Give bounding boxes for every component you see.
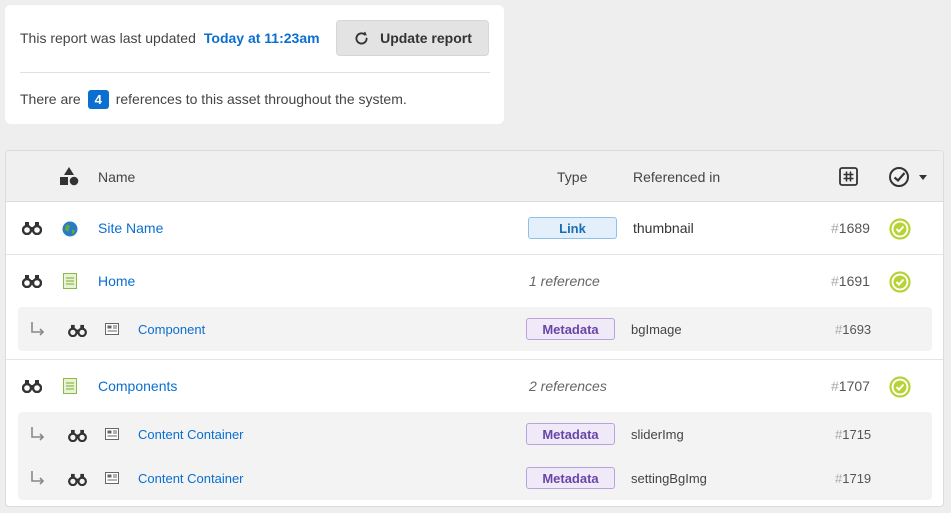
references-table: Name Type Referenced in Site Name Link t… [5, 150, 944, 507]
id-hash: # [831, 273, 839, 289]
reference-count-text: 1 reference [529, 273, 600, 289]
binoculars-icon[interactable] [21, 218, 43, 238]
references-prefix: There are [20, 91, 81, 107]
page-icon [61, 272, 79, 290]
type-badge-metadata: Metadata [526, 467, 615, 489]
update-report-label: Update report [380, 30, 472, 46]
binoculars-icon[interactable] [21, 271, 43, 291]
child-row: Content Container Metadata sliderImg #17… [18, 412, 932, 456]
child-references-panel: Content Container Metadata sliderImg #17… [18, 412, 932, 500]
name-column-header[interactable]: Name [98, 151, 135, 202]
child-arrow-icon [28, 320, 46, 338]
binoculars-icon[interactable] [66, 426, 88, 444]
asset-id: 1691 [838, 273, 870, 289]
referenced-in-value: thumbnail [633, 220, 694, 236]
references-count-badge: 4 [87, 89, 109, 109]
asset-id: 1693 [842, 321, 872, 337]
last-updated-label: This report was last updated [20, 30, 196, 46]
table-row: Home 1 reference #1691 Component Metadat… [6, 255, 943, 359]
type-badge-metadata: Metadata [526, 318, 615, 340]
caret-down-icon [919, 174, 927, 180]
child-row: Content Container Metadata settingBgImg … [18, 456, 932, 500]
reference-count-text: 2 references [529, 378, 607, 394]
check-circle-icon [888, 270, 912, 294]
table-row: Site Name Link thumbnail #1689 [6, 202, 943, 254]
component-icon [104, 470, 120, 486]
referenced-in-value: settingBgImg [631, 470, 707, 486]
referenced-in-value: sliderImg [631, 426, 684, 442]
asset-name-link[interactable]: Site Name [98, 220, 163, 236]
last-updated-value[interactable]: Today at 11:23am [204, 30, 320, 46]
binoculars-icon[interactable] [66, 470, 88, 488]
shapes-icon [60, 166, 79, 185]
component-icon [104, 321, 120, 337]
table-row: Components 2 references #1707 Content Co… [6, 360, 943, 506]
references-suffix: references to this asset throughout the … [115, 91, 407, 107]
asset-id: 1689 [838, 220, 870, 236]
divider [20, 72, 490, 73]
child-references-panel: Component Metadata bgImage #1693 [18, 307, 932, 351]
asset-id: 1719 [842, 470, 872, 486]
type-badge-link: Link [528, 217, 617, 239]
asset-id: 1707 [838, 378, 870, 394]
report-summary: This report was last updated Today at 11… [5, 5, 504, 124]
child-asset-name-link[interactable]: Component [138, 322, 205, 337]
child-asset-name-link[interactable]: Content Container [138, 427, 244, 442]
hash-icon [839, 167, 858, 186]
check-circle-icon [888, 217, 912, 241]
page-icon [61, 377, 79, 395]
asset-name-link[interactable]: Home [98, 273, 135, 289]
asset-name-link[interactable]: Components [98, 378, 177, 394]
asset-type-column-icon[interactable] [58, 151, 80, 202]
referenced-in-column-header[interactable]: Referenced in [633, 151, 720, 202]
references-line: There are 4 references to this asset thr… [20, 89, 407, 109]
type-badge-metadata: Metadata [526, 423, 615, 445]
check-circle-icon [888, 375, 912, 399]
binoculars-icon[interactable] [66, 321, 88, 339]
child-asset-name-link[interactable]: Content Container [138, 471, 244, 486]
child-arrow-icon [28, 425, 46, 443]
id-hash: # [831, 220, 839, 236]
globe-icon [61, 220, 79, 238]
child-arrow-icon [28, 469, 46, 487]
id-hash: # [831, 378, 839, 394]
table-header: Name Type Referenced in [6, 151, 943, 202]
binoculars-icon[interactable] [21, 376, 43, 396]
status-column-header[interactable] [888, 151, 930, 202]
refresh-icon [355, 31, 368, 44]
id-column-header[interactable] [839, 151, 858, 202]
referenced-in-value: bgImage [631, 321, 682, 337]
type-column-header[interactable]: Type [557, 151, 587, 202]
asset-id: 1715 [842, 426, 872, 442]
component-icon [104, 426, 120, 442]
update-report-button[interactable]: Update report [336, 20, 489, 56]
status-check-icon [889, 166, 909, 187]
